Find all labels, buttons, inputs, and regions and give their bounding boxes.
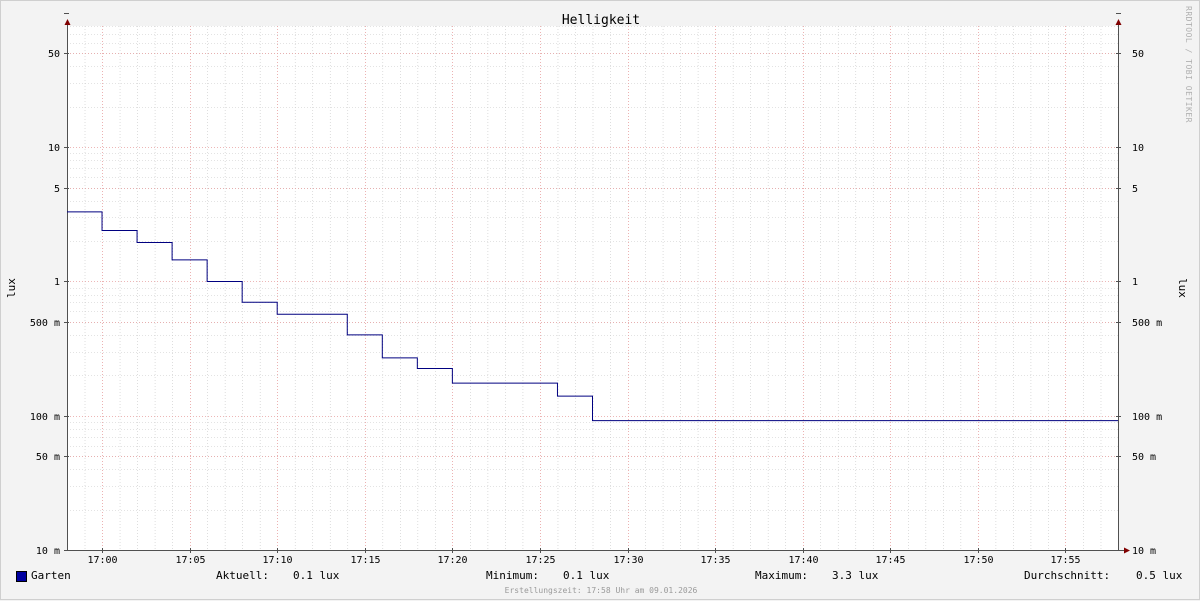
legend-current-value: 0.1 lux [293,569,340,582]
y-tick-label-right: 50 [1132,49,1144,60]
y-tick-label-right: 100 m [1132,412,1162,423]
y-tick-label-right: 10 m [1132,546,1156,557]
chart-title: Helligkeit [562,13,640,28]
footer-timestamp: Erstellungszeit: 17:58 Uhr am 09.01.2026 [504,586,698,595]
y-axis-arrow-right [1115,19,1122,25]
y-tick-label-left: 500 m [30,318,60,329]
rrd-graph: 17:00 17:05 17:10 17:15 17:20 17:25 17:30 17:35… [0,0,1200,600]
y-tick-label-right: 1 [1132,277,1138,288]
y-tick-label-left: 5 [54,184,60,195]
y-tick-label-left: 50 m [36,452,60,463]
x-tick-label: 17:25 [525,555,555,566]
y-tick-label-left: 50 [48,49,60,60]
legend-current-label: Aktuell: [216,569,269,582]
x-tick-label: 17:40 [788,555,818,566]
credit-text: RRDTOOL / TOBI OETIKER [1184,6,1193,123]
legend-swatch-garten [16,571,27,582]
legend-avg-value: 0.5 lux [1136,569,1183,582]
legend-max-value: 3.3 lux [832,569,879,582]
x-tick-label: 17:20 [437,555,467,566]
plot-area [67,26,1118,550]
y-tick-label-left: 10 [48,143,60,154]
y-tick-label-left: 100 m [30,412,60,423]
y-axis-label-left: lux [5,278,18,298]
y-axis-arrow-left [64,19,71,25]
x-tick-label: 17:30 [613,555,643,566]
x-axis-arrow [1124,547,1130,554]
y-tick-label-right: 500 m [1132,318,1162,329]
legend-max-label: Maximum: [755,569,808,582]
y-tick-label-right: 10 [1132,143,1144,154]
x-tick-label: 17:15 [350,555,380,566]
y-tick-label-right: 5 [1132,184,1138,195]
x-tick-label: 17:55 [1050,555,1080,566]
legend-avg-label: Durchschnitt: [1024,569,1111,582]
y-tick-label-left: 10 m [36,546,60,557]
x-tick-label: 17:05 [175,555,205,566]
chart-svg: 17:00 17:05 17:10 17:15 17:20 17:25 17:30 17:35… [5,13,1189,566]
legend-min-label: Minimum: [486,569,539,582]
legend-series-name: Garten [31,569,71,582]
y-axis-label-right: lux [1176,278,1189,298]
y-tick-label-right: 50 m [1132,452,1156,463]
x-tick-label: 17:00 [87,555,117,566]
y-tick-label-left: 1 [54,277,60,288]
x-tick-label: 17:10 [262,555,292,566]
x-tick-label: 17:35 [700,555,730,566]
x-tick-label: 17:45 [875,555,905,566]
x-tick-label: 17:50 [963,555,993,566]
legend-min-value: 0.1 lux [563,569,610,582]
